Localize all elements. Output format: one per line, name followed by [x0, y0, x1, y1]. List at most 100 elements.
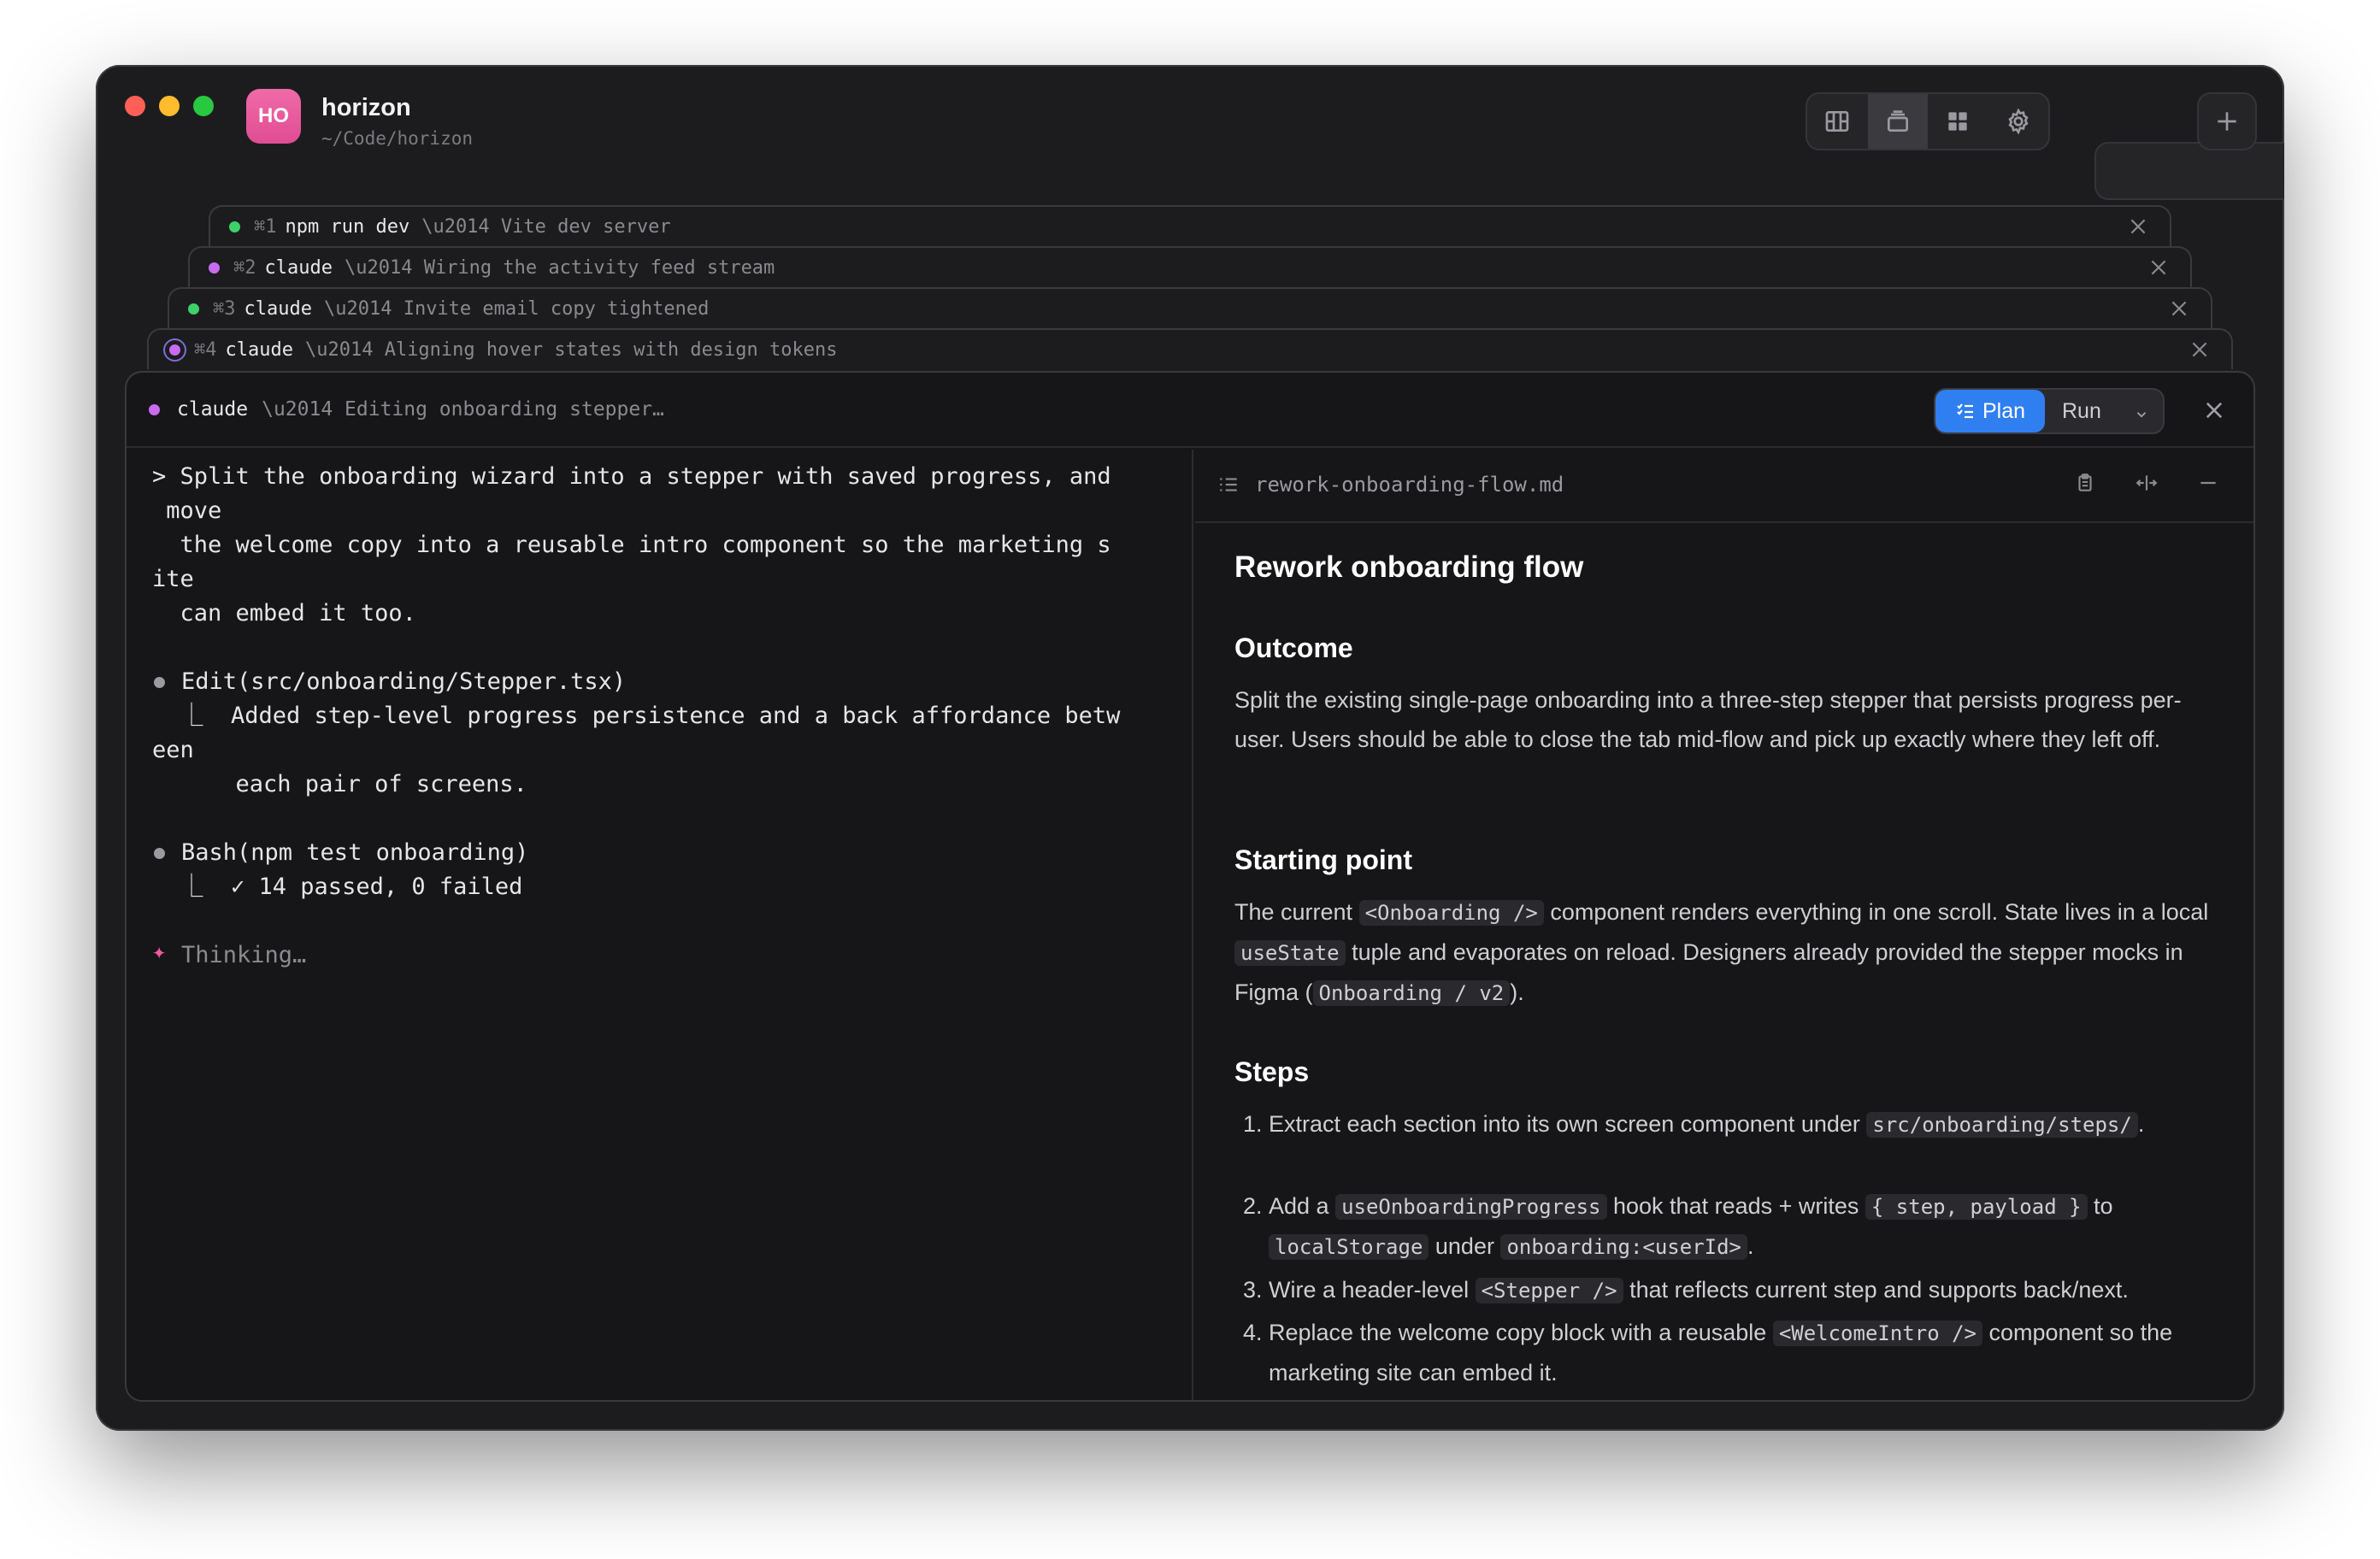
list-icon: [1217, 474, 1240, 496]
tab-description: \u2014 Wiring the activity feed stream: [344, 256, 775, 279]
close-tab-button[interactable]: [2147, 256, 2170, 279]
tool-result-line: ⎿ ✓ 14 passed, 0 failed: [152, 874, 523, 900]
session-tab-2[interactable]: ⌘2 claude \u2014 Wiring the activity fee…: [188, 246, 2192, 287]
text: Wire a header-level: [1269, 1277, 1476, 1303]
tab-description: \u2014 Aligning hover states with design…: [304, 338, 838, 361]
tab-command: claude: [244, 297, 312, 320]
new-terminal-button[interactable]: [2094, 142, 2284, 200]
zoom-window-button[interactable]: [193, 96, 214, 116]
close-tab-button[interactable]: [2127, 215, 2149, 238]
close-tab-button[interactable]: [2189, 338, 2211, 361]
board-view-button[interactable]: [1807, 94, 1868, 149]
close-icon: [2206, 402, 2223, 419]
settings-button[interactable]: [1988, 94, 2049, 149]
close-panel-button[interactable]: [2202, 398, 2226, 422]
inline-code: Onboarding / v2: [1312, 980, 1511, 1006]
tab-shortcut: ⌘2: [233, 256, 256, 279]
step-number: 2.: [1243, 1193, 1263, 1219]
minus-icon: [2200, 481, 2216, 485]
project-path: ~/Code/horizon: [321, 128, 474, 149]
text: Add a: [1269, 1193, 1336, 1219]
close-icon: [2151, 260, 2166, 275]
outcome-heading: Outcome: [1234, 632, 1353, 663]
steps-heading: Steps: [1234, 1056, 1310, 1087]
close-icon: [2192, 342, 2207, 357]
text: hook that reads + writes: [1606, 1193, 1865, 1219]
minimize-window-button[interactable]: [159, 96, 180, 116]
project-name: horizon: [321, 94, 411, 121]
session-tab-3[interactable]: ⌘3 claude \u2014 Invite email copy tight…: [168, 287, 2212, 328]
tool-result-line: een: [152, 737, 194, 763]
inline-code: localStorage: [1269, 1234, 1429, 1260]
inline-code: <Onboarding />: [1358, 900, 1544, 926]
text: that reflects current step and supports …: [1623, 1277, 2129, 1303]
inline-code: useOnboardingProgress: [1335, 1194, 1607, 1220]
text: The current: [1234, 899, 1359, 925]
mode-toggle: Plan Run: [1934, 388, 2165, 434]
stack-view-button[interactable]: [1867, 94, 1928, 149]
status-dot: [149, 403, 160, 415]
inline-code: { step, payload }: [1865, 1194, 2088, 1220]
panel-description: \u2014 Editing onboarding stepper…: [262, 398, 664, 421]
prompt-line: the welcome copy into a reusable intro c…: [152, 532, 1111, 558]
plan-label: Plan: [1982, 398, 2026, 423]
doc-title: Rework onboarding flow: [1234, 550, 1584, 584]
step-number: 3.: [1243, 1277, 1263, 1303]
terminal-output[interactable]: > Split the onboarding wizard into a ste…: [127, 450, 1193, 1400]
inline-code: onboarding:<userId>: [1500, 1234, 1747, 1260]
thinking-status: Thinking…: [181, 942, 307, 968]
tool-result-line: each pair of screens.: [152, 771, 527, 797]
edit-tool-call: Edit(src/onboarding/Stepper.tsx): [181, 668, 627, 695]
app-window: HO horizon ~/Code/horizon ⌘1 npm run dev…: [96, 65, 2284, 1431]
stack-icon: [1887, 110, 1908, 132]
bash-tool-call: Bash(npm test onboarding): [181, 839, 529, 866]
plan-mode-button[interactable]: Plan: [1935, 390, 2045, 432]
add-session-button[interactable]: [2197, 92, 2257, 150]
text: ).: [1510, 980, 1524, 1005]
view-switcher: [1806, 92, 2050, 150]
text: component renders everything in one scro…: [1543, 899, 2209, 925]
session-tab-1[interactable]: ⌘1 npm run dev \u2014 Vite dev server: [209, 205, 2171, 246]
copy-button[interactable]: [2074, 472, 2101, 499]
expand-width-button[interactable]: [2136, 472, 2163, 499]
step-number: 4.: [1243, 1320, 1263, 1345]
step-number: 1.: [1243, 1111, 1263, 1137]
grid-view-button[interactable]: [1928, 94, 1988, 149]
close-window-button[interactable]: [125, 96, 145, 116]
plus-icon: [2218, 112, 2236, 131]
text: .: [2137, 1111, 2145, 1137]
tab-command: npm run dev: [285, 215, 410, 238]
tool-bullet: [154, 677, 165, 688]
tab-shortcut: ⌘3: [213, 297, 236, 320]
tab-shortcut: ⌘4: [194, 338, 217, 361]
tab-description: \u2014 Vite dev server: [421, 215, 671, 238]
active-session-panel: claude \u2014 Editing onboarding stepper…: [125, 371, 2255, 1402]
status-dot: [188, 303, 199, 315]
outcome-paragraph: Split the existing single-page onboardin…: [1234, 687, 2182, 752]
prompt-line: > Split the onboarding wizard into a ste…: [152, 463, 1111, 490]
session-tab-4[interactable]: ⌘4 claude \u2014 Aligning hover states w…: [147, 328, 2233, 369]
tool-result-line: ⎿ Added step-level progress persistence …: [152, 703, 1121, 729]
layout-board-icon: [1825, 111, 1849, 132]
checklist-icon: [1957, 403, 1973, 419]
starting-point-paragraph: The current <Onboarding /> component ren…: [1234, 892, 2218, 1013]
text: .: [1747, 1233, 1754, 1259]
close-tab-button[interactable]: [2168, 297, 2190, 320]
project-avatar: HO: [246, 89, 301, 144]
clipboard-icon: [2078, 474, 2092, 491]
status-dot: [229, 221, 240, 232]
gear-icon: [2008, 108, 2029, 135]
close-icon: [2171, 301, 2187, 316]
close-icon: [2130, 219, 2146, 234]
grid-icon: [1948, 112, 1967, 131]
plan-filename: rework-onboarding-flow.md: [1255, 473, 1564, 497]
tab-command: claude: [225, 338, 293, 361]
panel-command: claude: [177, 398, 249, 421]
prompt-line: can embed it too.: [152, 600, 416, 627]
inline-code: useState: [1234, 940, 1346, 966]
chevron-down-icon[interactable]: [2134, 403, 2149, 419]
text: Replace the welcome copy block with a re…: [1269, 1320, 1773, 1345]
run-mode-button[interactable]: Run: [2045, 390, 2163, 432]
tab-description: \u2014 Invite email copy tightened: [323, 297, 710, 320]
minimize-panel-button[interactable]: [2197, 472, 2224, 499]
